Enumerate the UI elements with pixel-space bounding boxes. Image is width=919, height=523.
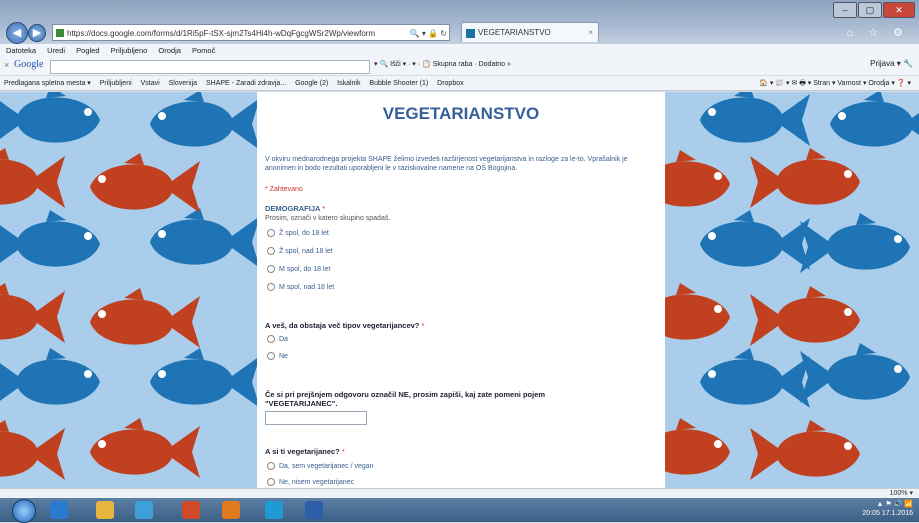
minimize-button[interactable]: – [833, 2, 857, 18]
address-url: https://docs.google.com/forms/d/1Ri5pF-t… [67, 29, 376, 38]
start-button[interactable] [12, 499, 36, 523]
address-bar[interactable]: https://docs.google.com/forms/d/1Ri5pF-t… [52, 24, 450, 41]
radio-button[interactable] [267, 265, 275, 273]
option-m-nad-18[interactable]: M spol, nad 18 let [267, 283, 334, 291]
question-help: Prosim, označi v katero skupino spadaš. [265, 215, 391, 222]
menu-edit[interactable]: Uredi [47, 46, 65, 55]
google-toolbar-tools[interactable]: ▾ 🔍 Išči ▾ · ▾ · 📋 Skupna raba · Dodatno… [374, 60, 511, 68]
radio-button[interactable] [267, 352, 275, 360]
menu-favorites[interactable]: Priljubljeno [111, 46, 148, 55]
option-label: Da, sem vegetarijanec / vegan [279, 462, 374, 470]
google-logo: Google [14, 59, 44, 70]
taskbar: ▲ ⚑ 🔊 📶 20:05 17.1.2016 [0, 498, 919, 523]
back-button[interactable]: ◀ [6, 22, 28, 44]
fav-item[interactable]: Predlagana spletna mesta ▾ [4, 80, 91, 87]
required-star: * [421, 321, 425, 330]
required-star: * [341, 447, 345, 456]
option-label: Ne [279, 352, 288, 360]
required-note: * Zahtevano [265, 186, 303, 193]
question-title: A veš, da obstaja več tipov vegetarijanc… [265, 321, 420, 330]
window-controls: – ▢ ✕ [832, 2, 915, 18]
menu-view[interactable]: Pogled [76, 46, 99, 55]
option-label: Ž spol, do 18 let [279, 229, 329, 237]
page-viewport[interactable]: VEGETARIANSTVO V okviru mednarodnega pro… [0, 92, 919, 488]
tab-title: VEGETARIANSTVO [478, 28, 551, 37]
option-da-vegetarijanec[interactable]: Da, sem vegetarijanec / vegan [267, 462, 374, 470]
ie-icon[interactable] [50, 501, 68, 519]
firefox-icon[interactable] [222, 501, 240, 519]
powerpoint-icon[interactable] [182, 501, 200, 519]
radio-button[interactable] [267, 335, 275, 343]
option-z-nad-18[interactable]: Ž spol, nad 18 let [267, 247, 333, 255]
google-signin[interactable]: Prijava ▾ 🔧 [870, 59, 913, 68]
fav-item[interactable]: Vstavi [141, 80, 160, 87]
question-title: DEMOGRAFIJA [265, 204, 321, 213]
fav-item[interactable]: Iskalnik [337, 80, 360, 87]
fav-item[interactable]: Google (2) [295, 80, 328, 87]
fav-item[interactable]: SHAPE - Zaradi zdravja... [206, 80, 286, 87]
question-demografija: DEMOGRAFIJA * [265, 204, 325, 213]
tab-favicon [466, 29, 475, 38]
skype-icon[interactable] [265, 501, 283, 519]
window-titlebar: – ▢ ✕ ◀ ▶ https://docs.google.com/forms/… [0, 0, 919, 44]
option-label: Ne, nisem vegetarijanec [279, 478, 355, 486]
option-ne[interactable]: Ne [267, 352, 288, 360]
google-toolbar: × Google ▾ 🔍 Išči ▾ · ▾ · 📋 Skupna raba … [0, 57, 919, 76]
option-label: Ž spol, nad 18 let [279, 247, 333, 255]
clock-date[interactable]: 17.1.2016 [882, 510, 913, 517]
zoom-level[interactable]: 100% ▾ [890, 489, 913, 497]
media-icon[interactable] [135, 501, 153, 519]
fav-item[interactable]: Bubble Shooter (1) [369, 80, 428, 87]
question-si-vegetarijanec: A si ti vegetarijanec? * [265, 447, 345, 456]
question-title: A si ti vegetarijanec? [265, 447, 340, 456]
option-m-do-18[interactable]: M spol, do 18 let [267, 265, 330, 273]
google-toolbar-close-icon[interactable]: × [4, 60, 9, 70]
close-window-button[interactable]: ✕ [883, 2, 915, 18]
tab-close-icon[interactable]: × [588, 23, 593, 43]
menu-tools[interactable]: Orodja [158, 46, 181, 55]
radio-button[interactable] [267, 229, 275, 237]
menu-help[interactable]: Pomoč [192, 46, 215, 55]
option-label: M spol, nad 18 let [279, 283, 335, 291]
radio-button[interactable] [267, 462, 275, 470]
option-label: M spol, do 18 let [279, 265, 331, 273]
fav-item[interactable]: Priljubljeni [100, 80, 132, 87]
word-icon[interactable] [305, 501, 323, 519]
google-search-input[interactable] [50, 60, 370, 74]
form-panel: VEGETARIANSTVO V okviru mednarodnega pro… [257, 92, 665, 488]
forward-button[interactable]: ▶ [28, 24, 46, 42]
option-da[interactable]: Da [267, 335, 288, 343]
option-label: Da [279, 335, 288, 343]
browser-right-icons[interactable]: ⌂ ☆ ⚙ [847, 26, 909, 39]
radio-button[interactable] [267, 283, 275, 291]
site-favicon [56, 29, 64, 37]
favorites-bar: Predlagana spletna mesta ▾ Priljubljeni … [0, 76, 919, 91]
radio-button[interactable] [267, 478, 275, 486]
question-pojem: Če si pri prejšnjem odgovoru označil NE,… [265, 390, 546, 408]
command-bar[interactable]: 🏠 ▾ 📰 ▾ ✉ 🖶 ▾ Stran ▾ Varnost ▾ Orodja ▾… [759, 76, 911, 90]
question-tipi-vegetarijancev: A veš, da obstaja več tipov vegetarijanc… [265, 321, 424, 330]
option-z-do-18[interactable]: Ž spol, do 18 let [267, 229, 329, 237]
answer-text-input[interactable] [265, 411, 367, 425]
menu-file[interactable]: Datoteka [6, 46, 36, 55]
form-intro: V okviru mednarodnega projekta SHAPE žel… [265, 156, 628, 172]
maximize-button[interactable]: ▢ [858, 2, 882, 18]
clock-time[interactable]: 20:05 [862, 510, 880, 517]
folder-icon[interactable] [96, 501, 114, 519]
radio-button[interactable] [267, 247, 275, 255]
system-tray: ▲ ⚑ 🔊 📶 20:05 17.1.2016 [862, 500, 913, 518]
form-title: VEGETARIANSTVO [382, 104, 540, 123]
fav-item[interactable]: Slovenija [169, 80, 197, 87]
menu-bar: Datoteka Uredi Pogled Priljubljeno Orodj… [0, 44, 919, 57]
required-star: * [322, 204, 326, 213]
tray-icons[interactable]: ▲ ⚑ 🔊 📶 [877, 501, 913, 508]
option-ne-vegetarijanec[interactable]: Ne, nisem vegetarijanec [267, 478, 354, 486]
tab-vegetarianstvo[interactable]: VEGETARIANSTVO × [461, 22, 599, 42]
fav-item[interactable]: Dropbox [437, 80, 463, 87]
address-tools[interactable]: 🔍 ▾ 🔒 ↻ [410, 25, 447, 40]
